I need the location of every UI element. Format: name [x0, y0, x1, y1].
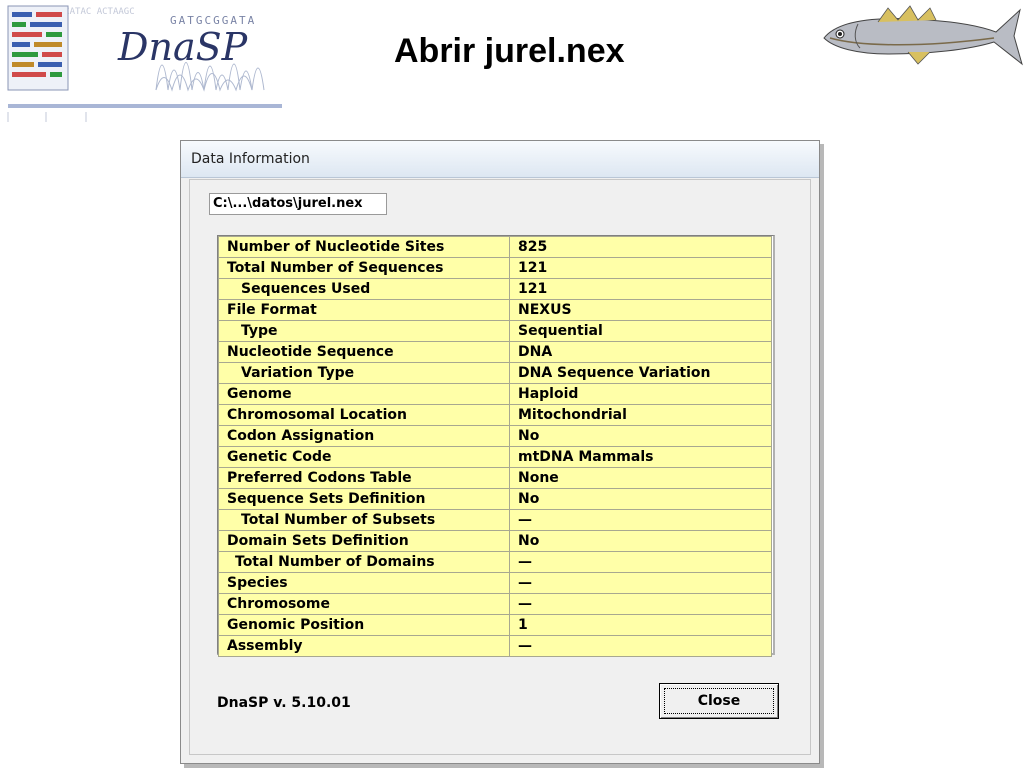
- data-info-grid[interactable]: Number of Nucleotide Sites 825 Total Numb…: [217, 235, 775, 657]
- row-value: —: [509, 593, 772, 615]
- row-value: —: [509, 572, 772, 594]
- svg-text:DnaSP: DnaSP: [117, 25, 249, 69]
- dnasp-logo: GTCCCACATACATAC ACTAAGC GATGCGGATA DnaSP: [7, 5, 282, 122]
- row-label: Total Number of Domains: [218, 551, 510, 573]
- row-value: mtDNA Mammals: [509, 446, 772, 468]
- row-label: Domain Sets Definition: [218, 530, 510, 552]
- row-label: Total Number of Subsets: [218, 509, 510, 531]
- row-value: Haploid: [509, 383, 772, 405]
- fish-illustration: [823, 5, 1023, 66]
- close-button[interactable]: Close: [659, 683, 779, 719]
- table-row: Codon Assignation No: [218, 425, 772, 447]
- data-info-table: Number of Nucleotide Sites 825 Total Numb…: [218, 236, 772, 657]
- table-row: Chromosomal Location Mitochondrial: [218, 404, 772, 426]
- row-value: 1: [509, 614, 772, 636]
- row-label: Variation Type: [218, 362, 510, 384]
- table-row: Total Number of Subsets —: [218, 509, 772, 531]
- slide-title: Abrir jurel.nex: [394, 32, 625, 70]
- row-label: Sequence Sets Definition: [218, 488, 510, 510]
- row-value: 121: [509, 278, 772, 300]
- row-value: None: [509, 467, 772, 489]
- row-value: 825: [509, 236, 772, 258]
- table-row: Genomic Position 1: [218, 614, 772, 636]
- row-value: 121: [509, 257, 772, 279]
- table-row: Type Sequential: [218, 320, 772, 342]
- table-row: Chromosome —: [218, 593, 772, 615]
- row-label: Genomic Position: [218, 614, 510, 636]
- row-value: DNA: [509, 341, 772, 363]
- row-label: Nucleotide Sequence: [218, 341, 510, 363]
- row-value: —: [509, 509, 772, 531]
- row-label: Chromosome: [218, 593, 510, 615]
- row-value: —: [509, 551, 772, 573]
- table-row: Sequence Sets Definition No: [218, 488, 772, 510]
- table-row: Genome Haploid: [218, 383, 772, 405]
- table-row: Number of Nucleotide Sites 825: [218, 236, 772, 258]
- table-row: Species —: [218, 572, 772, 594]
- row-label: Chromosomal Location: [218, 404, 510, 426]
- row-label: Preferred Codons Table: [218, 467, 510, 489]
- version-label: DnaSP v. 5.10.01: [217, 695, 351, 711]
- table-row: Variation Type DNA Sequence Variation: [218, 362, 772, 384]
- dialog-title: Data Information: [191, 151, 310, 167]
- row-label: Codon Assignation: [218, 425, 510, 447]
- table-row: Sequences Used 121: [218, 278, 772, 300]
- row-label: Number of Nucleotide Sites: [218, 236, 510, 258]
- row-value: Sequential: [509, 320, 772, 342]
- row-label: Assembly: [218, 635, 510, 657]
- table-row: Genetic Code mtDNA Mammals: [218, 446, 772, 468]
- row-value: DNA Sequence Variation: [509, 362, 772, 384]
- row-value: No: [509, 425, 772, 447]
- row-label: Sequences Used: [218, 278, 510, 300]
- data-information-dialog: Data Information C:\...\datos\jurel.nex …: [180, 140, 820, 764]
- focus-rect: [664, 688, 774, 714]
- row-label: Genetic Code: [218, 446, 510, 468]
- dialog-titlebar[interactable]: Data Information: [181, 141, 819, 178]
- row-value: NEXUS: [509, 299, 772, 321]
- row-label: Genome: [218, 383, 510, 405]
- row-value: —: [509, 635, 772, 657]
- table-row: Nucleotide Sequence DNA: [218, 341, 772, 363]
- table-row: Assembly —: [218, 635, 772, 657]
- table-row: File Format NEXUS: [218, 299, 772, 321]
- row-label: Species: [218, 572, 510, 594]
- table-row: Domain Sets Definition No: [218, 530, 772, 552]
- row-label: File Format: [218, 299, 510, 321]
- row-label: Type: [218, 320, 510, 342]
- table-row: Total Number of Domains —: [218, 551, 772, 573]
- row-value: No: [509, 488, 772, 510]
- table-row: Preferred Codons Table None: [218, 467, 772, 489]
- row-label: Total Number of Sequences: [218, 257, 510, 279]
- table-row: Total Number of Sequences 121: [218, 257, 772, 279]
- file-path-field: C:\...\datos\jurel.nex: [209, 193, 387, 215]
- row-value: No: [509, 530, 772, 552]
- row-value: Mitochondrial: [509, 404, 772, 426]
